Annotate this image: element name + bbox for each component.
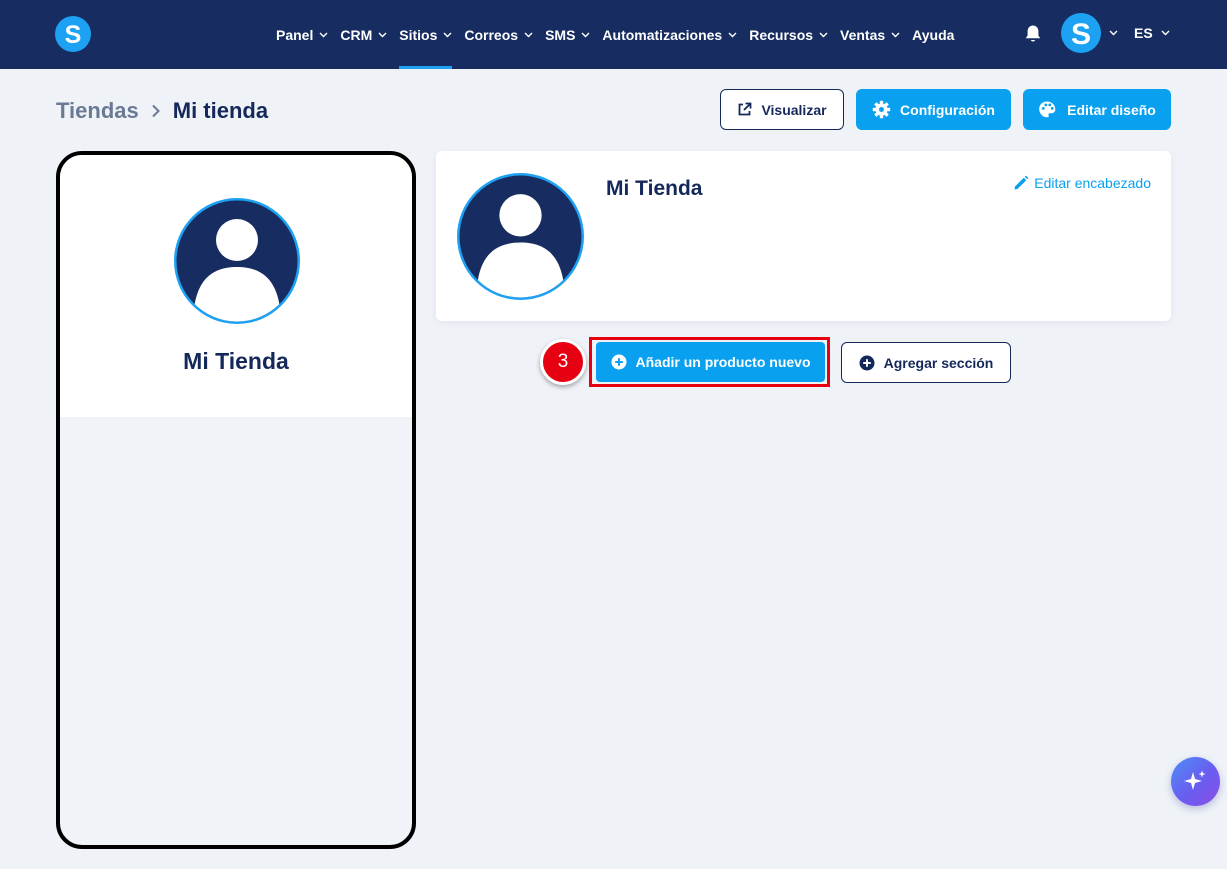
mobile-preview: Mi Tienda [56, 151, 416, 849]
step-number-badge: 3 [540, 339, 586, 385]
preview-button-label: Visualizar [761, 101, 827, 118]
language-selector[interactable]: ES [1134, 25, 1153, 41]
nav-item-label: Ayuda [912, 26, 955, 43]
nav-item-correos[interactable]: Correos [464, 0, 533, 69]
settings-button[interactable]: Configuración [856, 89, 1011, 130]
store-name: Mi Tienda [606, 177, 703, 200]
nav-item-crm[interactable]: CRM [340, 0, 387, 69]
edit-design-button-label: Editar diseño [1067, 101, 1156, 118]
mobile-preview-header: Mi Tienda [60, 155, 412, 417]
nav-item-label: Correos [464, 26, 519, 43]
nav-item-label: Panel [276, 26, 314, 43]
settings-button-label: Configuración [900, 101, 995, 118]
chevron-down-icon [378, 32, 387, 37]
nav-item-label: Ventas [840, 26, 886, 43]
account-avatar[interactable]: S [1061, 13, 1101, 53]
nav-item-recursos[interactable]: Recursos [749, 0, 828, 69]
nav-item-label: Sitios [399, 26, 438, 43]
top-navbar: S Panel CRM Sitios Correos SMS Automatiz… [0, 0, 1227, 69]
pencil-icon [1014, 175, 1029, 190]
mobile-store-name: Mi Tienda [183, 348, 289, 374]
edit-header-label: Editar encabezado [1034, 175, 1151, 191]
nav-item-sms[interactable]: SMS [545, 0, 590, 69]
chevron-down-icon[interactable] [1109, 30, 1118, 36]
store-avatar-icon [174, 198, 300, 324]
nav-item-label: CRM [340, 26, 373, 43]
palette-icon [1039, 101, 1056, 118]
add-product-button[interactable]: Añadir un producto nuevo [596, 342, 825, 382]
chevron-down-icon [443, 32, 452, 37]
store-avatar-icon[interactable] [456, 172, 585, 301]
chevron-down-icon[interactable] [1161, 30, 1170, 36]
plus-circle-icon [859, 355, 875, 370]
nav-item-panel[interactable]: Panel [276, 0, 328, 69]
chevron-down-icon [581, 32, 590, 37]
main-nav: Panel CRM Sitios Correos SMS Automatizac… [276, 0, 966, 69]
edit-header-link[interactable]: Editar encabezado [1013, 175, 1151, 191]
chevron-down-icon [524, 32, 533, 37]
gear-icon [872, 100, 891, 119]
nav-item-ayuda[interactable]: Ayuda [912, 0, 954, 69]
svg-text:S: S [65, 21, 82, 49]
add-section-button[interactable]: Agregar sección [841, 342, 1011, 383]
edit-design-button[interactable]: Editar diseño [1023, 89, 1171, 130]
chevron-down-icon [319, 32, 328, 37]
breadcrumb-link-tiendas[interactable]: Tiendas [56, 98, 139, 124]
page-title: Mi tienda [172, 98, 269, 123]
chevron-right-icon [152, 104, 160, 118]
breadcrumb: Tiendas Mi tienda [56, 98, 268, 124]
nav-item-label: Automatizaciones [602, 26, 723, 43]
ai-assistant-button[interactable] [1171, 757, 1220, 806]
s-logo-icon[interactable]: S [55, 16, 91, 52]
external-link-icon [739, 102, 752, 116]
add-product-label: Añadir un producto nuevo [635, 354, 811, 370]
nav-item-sitios[interactable]: Sitios [399, 0, 453, 69]
nav-item-ventas[interactable]: Ventas [840, 0, 900, 69]
svg-text:S: S [1071, 18, 1091, 51]
sparkle-icon [1184, 770, 1206, 790]
bell-icon[interactable] [1024, 24, 1042, 44]
chevron-down-icon [728, 32, 737, 37]
chevron-down-icon [891, 32, 900, 37]
nav-item-label: SMS [545, 26, 576, 43]
preview-button[interactable]: Visualizar [720, 89, 844, 130]
nav-item-automatizaciones[interactable]: Automatizaciones [602, 0, 737, 69]
add-section-label: Agregar sección [883, 354, 994, 371]
store-header-card: Mi Tienda Editar encabezado [436, 151, 1171, 321]
chevron-down-icon [819, 32, 828, 37]
nav-item-label: Recursos [749, 26, 814, 43]
plus-circle-icon [611, 354, 626, 370]
